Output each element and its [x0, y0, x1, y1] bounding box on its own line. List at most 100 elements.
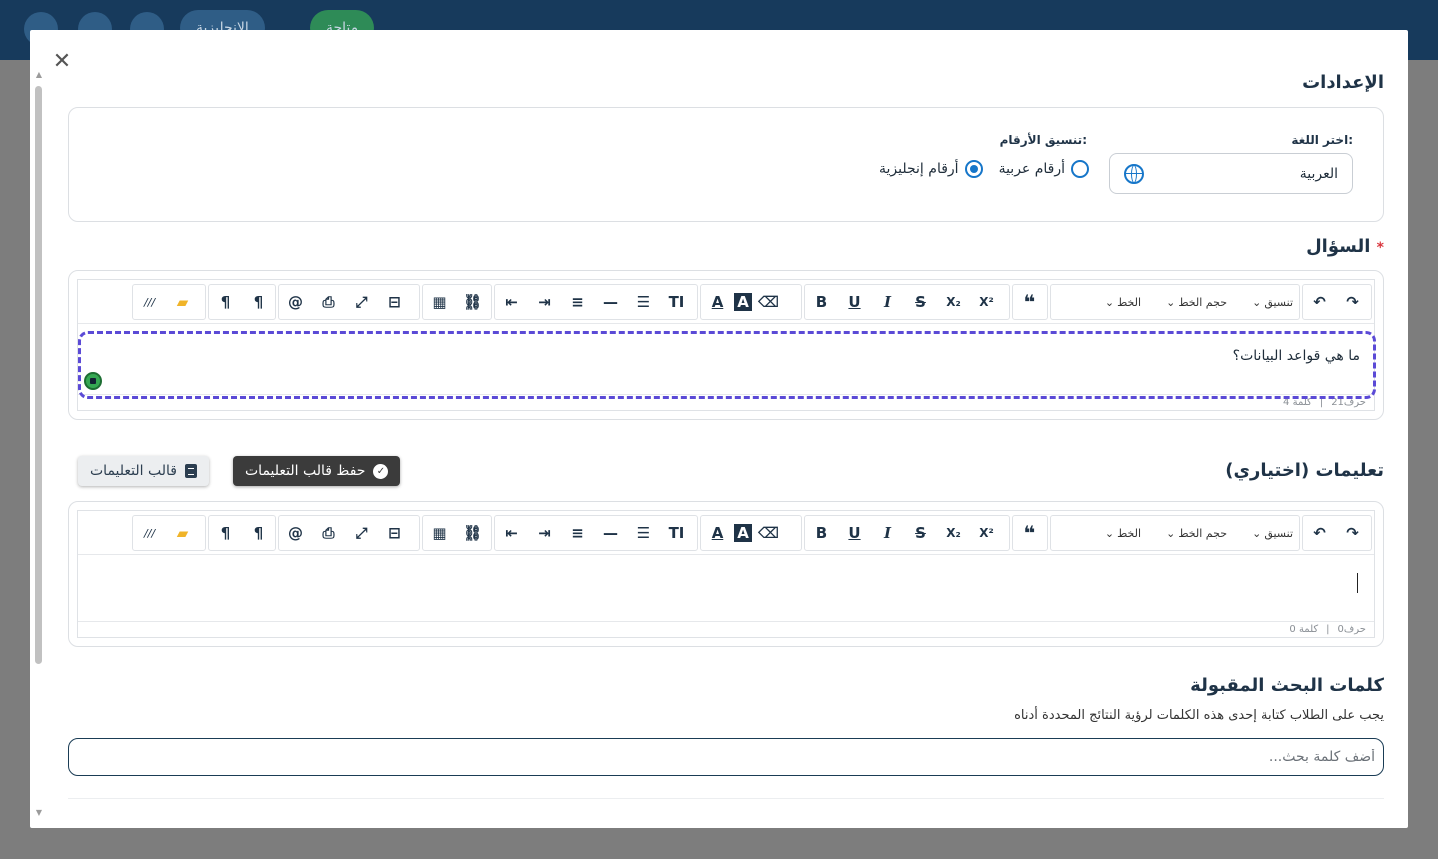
horizontal-rule-icon[interactable]: —: [594, 285, 627, 319]
font-size-select[interactable]: حجم الخط ⌄: [1160, 285, 1233, 319]
align-icon[interactable]: ≡: [561, 285, 594, 319]
print-icon[interactable]: ⎙: [312, 285, 345, 319]
ordered-list-icon[interactable]: ☰: [627, 285, 660, 319]
language-value: العربية: [1299, 165, 1338, 182]
source-icon[interactable]: ///: [133, 516, 166, 550]
underline-icon[interactable]: U: [838, 516, 871, 550]
q-group-style: B U I S X₂ X²: [804, 284, 1010, 320]
text-caret: [1357, 573, 1358, 593]
scroll-down-arrow[interactable]: ▼: [34, 808, 44, 818]
quote-icon[interactable]: ❝: [1013, 516, 1046, 550]
underline-icon[interactable]: U: [838, 285, 871, 319]
subscript-icon[interactable]: X₂: [937, 516, 970, 550]
indent-icon[interactable]: ⇥: [528, 285, 561, 319]
instructions-editor: /// ▰ ¶ ¶ @ ⎙ ⤢ ⊟ ▦ ⛓ ⇤ ⇥ ≡ — ☰ TI A A ⌫…: [77, 510, 1375, 638]
horizontal-rule-icon[interactable]: —: [594, 516, 627, 550]
font-select[interactable]: الخط ⌄: [1051, 516, 1147, 550]
ltr-icon[interactable]: ¶: [209, 285, 242, 319]
ordered-list-icon[interactable]: ☰: [627, 516, 660, 550]
undo-icon[interactable]: ↶: [1303, 285, 1336, 319]
mention-icon[interactable]: @: [279, 285, 312, 319]
superscript-icon[interactable]: X²: [970, 516, 1003, 550]
strike-icon[interactable]: S: [904, 285, 937, 319]
align-icon[interactable]: ≡: [561, 516, 594, 550]
radio-arabic-dot[interactable]: [1071, 160, 1089, 178]
keywords-input[interactable]: [68, 738, 1384, 776]
radio-arabic-numbers[interactable]: أرقام عربية: [999, 160, 1089, 178]
i-group-quote: ❝: [1012, 515, 1048, 551]
ltr-icon[interactable]: ¶: [209, 516, 242, 550]
scroll-up-arrow[interactable]: ▲: [34, 70, 44, 80]
source-icon[interactable]: ///: [133, 285, 166, 319]
redo-icon[interactable]: ↷: [1336, 516, 1369, 550]
divider: [68, 798, 1384, 799]
mention-icon[interactable]: @: [279, 516, 312, 550]
font-size-select[interactable]: حجم الخط ⌄: [1160, 516, 1233, 550]
chevron-down-icon: ⌄: [1252, 295, 1262, 309]
blocks-icon[interactable]: ⊟: [378, 285, 411, 319]
check-icon: ✓: [373, 463, 389, 479]
bg-color-icon[interactable]: A: [734, 524, 752, 542]
settings-modal: ▲ ▼ ✕ الإعدادات اختر اللغة: العربية تنسي…: [30, 30, 1408, 828]
quote-icon[interactable]: ❝: [1013, 285, 1046, 319]
q-group-insert: @ ⎙ ⤢ ⊟: [278, 284, 420, 320]
superscript-icon[interactable]: X²: [970, 285, 1003, 319]
chevron-down-icon: ⌄: [1104, 526, 1115, 540]
format-select[interactable]: تنسيق ⌄: [1246, 516, 1299, 550]
fullscreen-icon[interactable]: ⤢: [345, 516, 378, 550]
outdent-icon[interactable]: ⇤: [495, 285, 528, 319]
instructions-title: تعليمات (اختياري): [1225, 460, 1384, 481]
radio-english-numbers[interactable]: أرقام إنجليزية: [879, 160, 983, 178]
instructions-counter: حرف0 | كلمة 0: [78, 621, 1374, 637]
font-size-select-label: حجم الخط: [1178, 526, 1227, 540]
outdent-icon[interactable]: ⇤: [495, 516, 528, 550]
blocks-icon[interactable]: ⊟: [378, 516, 411, 550]
keywords-description: يجب على الطلاب كتابة إحدى هذه الكلمات لر…: [1014, 708, 1384, 723]
question-content[interactable]: ما هي قواعد البيانات؟: [78, 324, 1376, 399]
table-icon[interactable]: ▦: [423, 285, 456, 319]
eraser-icon[interactable]: ⌫: [752, 285, 785, 319]
question-editor: /// ▰ ¶ ¶ @ ⎙ ⤢ ⊟ ▦ ⛓ ⇤ ⇥ ≡ — ☰ TI A A ⌫…: [77, 279, 1376, 411]
folder-icon[interactable]: ▰: [166, 285, 199, 319]
bold-icon[interactable]: B: [805, 516, 838, 550]
assistant-bot-icon[interactable]: [84, 372, 102, 390]
rtl-icon[interactable]: ¶: [242, 285, 275, 319]
q-group-direction: ¶ ¶: [208, 284, 276, 320]
text-size-icon[interactable]: TI: [660, 285, 693, 319]
subscript-icon[interactable]: X₂: [937, 285, 970, 319]
close-icon[interactable]: ✕: [50, 50, 74, 74]
bg-color-icon[interactable]: A: [734, 293, 752, 311]
bold-icon[interactable]: B: [805, 285, 838, 319]
template-button[interactable]: قالب التعليمات: [78, 456, 209, 486]
link-icon[interactable]: ⛓: [456, 285, 489, 319]
radio-english-dot[interactable]: [964, 160, 983, 178]
language-select[interactable]: العربية: [1109, 153, 1353, 194]
link-icon[interactable]: ⛓: [456, 516, 489, 550]
folder-icon[interactable]: ▰: [166, 516, 199, 550]
rtl-icon[interactable]: ¶: [242, 516, 275, 550]
save-template-button[interactable]: ✓ حفظ قالب التعليمات: [233, 456, 401, 486]
instructions-toolbar: /// ▰ ¶ ¶ @ ⎙ ⤢ ⊟ ▦ ⛓ ⇤ ⇥ ≡ — ☰ TI A A ⌫…: [78, 511, 1374, 555]
redo-icon[interactable]: ↷: [1336, 285, 1369, 319]
print-icon[interactable]: ⎙: [312, 516, 345, 550]
indent-icon[interactable]: ⇥: [528, 516, 561, 550]
fullscreen-icon[interactable]: ⤢: [345, 285, 378, 319]
text-color-icon[interactable]: A: [701, 285, 734, 319]
keywords-title: كلمات البحث المقبولة: [1190, 675, 1384, 696]
instructions-content[interactable]: [78, 555, 1374, 621]
italic-icon[interactable]: I: [871, 516, 904, 550]
number-format-label: تنسيق الأرقام:: [999, 133, 1087, 147]
question-text[interactable]: ما هي قواعد البيانات؟: [1233, 348, 1360, 364]
text-size-icon[interactable]: TI: [660, 516, 693, 550]
language-label: اختر اللغة:: [1291, 133, 1353, 147]
italic-icon[interactable]: I: [871, 285, 904, 319]
table-icon[interactable]: ▦: [423, 516, 456, 550]
scrollbar-thumb[interactable]: [35, 86, 42, 664]
eraser-icon[interactable]: ⌫: [752, 516, 785, 550]
strike-icon[interactable]: S: [904, 516, 937, 550]
text-color-icon[interactable]: A: [701, 516, 734, 550]
settings-box: اختر اللغة: العربية تنسيق الأرقام: أرقام…: [68, 107, 1384, 222]
font-select[interactable]: الخط ⌄: [1051, 285, 1147, 319]
format-select[interactable]: تنسيق ⌄: [1246, 285, 1299, 319]
undo-icon[interactable]: ↶: [1303, 516, 1336, 550]
